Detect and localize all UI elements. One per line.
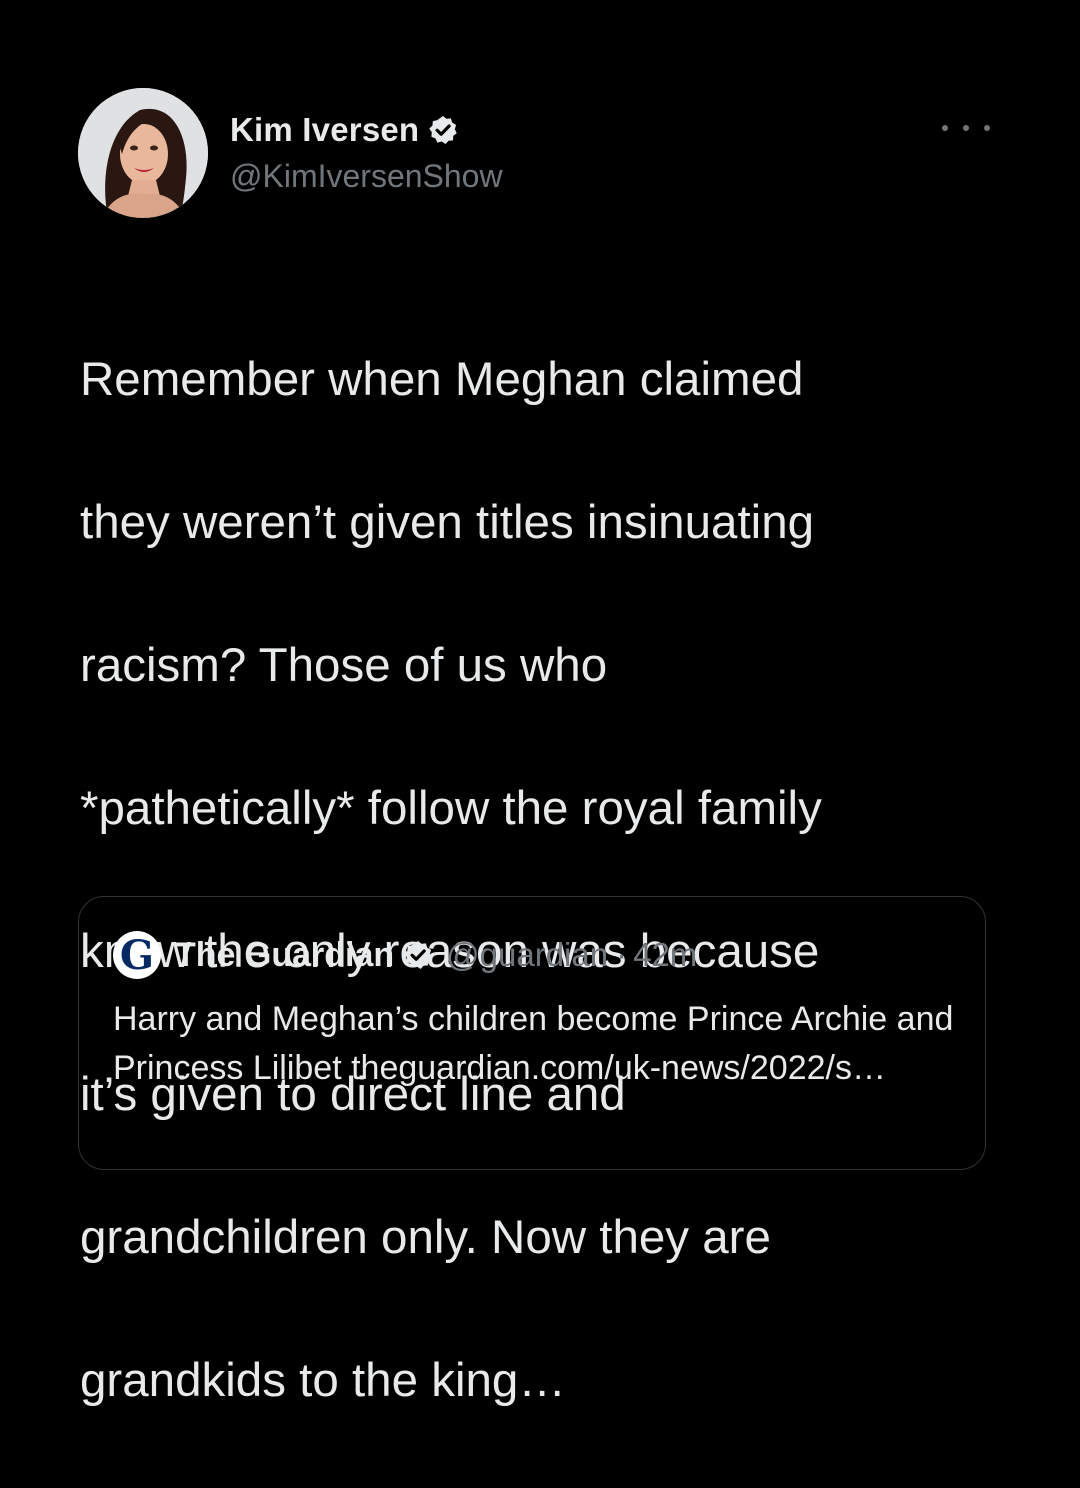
more-options-button[interactable] <box>942 116 990 140</box>
author-info: Kim Iversen @KimIversenShow <box>230 108 503 195</box>
ellipsis-icon <box>984 125 990 131</box>
tweet-text-line: *pathetically* follow the royal family <box>80 781 822 835</box>
tweet-text: Remember when Meghan claimed they weren’… <box>80 272 960 1488</box>
tweet-text-line: grandkids to the king… <box>80 1353 566 1407</box>
quoted-handle[interactable]: @guardian <box>446 936 608 974</box>
verified-badge-icon <box>429 116 458 144</box>
profile-photo-icon <box>78 88 208 218</box>
ellipsis-icon <box>963 125 969 131</box>
tweet-text-line: racism? Those of us who <box>80 638 608 692</box>
tweet-text-line: grandchildren only. Now they are <box>80 1210 771 1264</box>
guardian-logo-icon[interactable]: G <box>113 931 161 979</box>
author-display-name[interactable]: Kim Iversen <box>230 111 419 149</box>
tweet-text-line: they weren’t given titles insinuating <box>80 495 815 549</box>
dot-separator: · <box>616 936 628 973</box>
author-avatar[interactable] <box>78 88 208 218</box>
verified-badge-icon <box>404 941 432 969</box>
ellipsis-icon <box>942 125 948 131</box>
quoted-display-name[interactable]: The Guardian <box>175 936 394 975</box>
guardian-logo-letter: G <box>119 932 155 979</box>
author-handle[interactable]: @KimIversenShow <box>230 158 503 195</box>
display-name-row: Kim Iversen <box>230 108 503 152</box>
quoted-tweet-text: Harry and Meghan’s children become Princ… <box>113 1000 954 1087</box>
quoted-timestamp[interactable]: 42m <box>633 936 697 974</box>
tweet-text-line: Remember when Meghan claimed <box>80 352 804 406</box>
quoted-tweet-card[interactable]: G The Guardian @guardian · 42m Harry and… <box>78 896 986 1170</box>
quoted-tweet-header: G The Guardian @guardian · 42m <box>113 931 697 979</box>
tweet: Kim Iversen @KimIversenShow Remember whe… <box>0 0 1080 1407</box>
